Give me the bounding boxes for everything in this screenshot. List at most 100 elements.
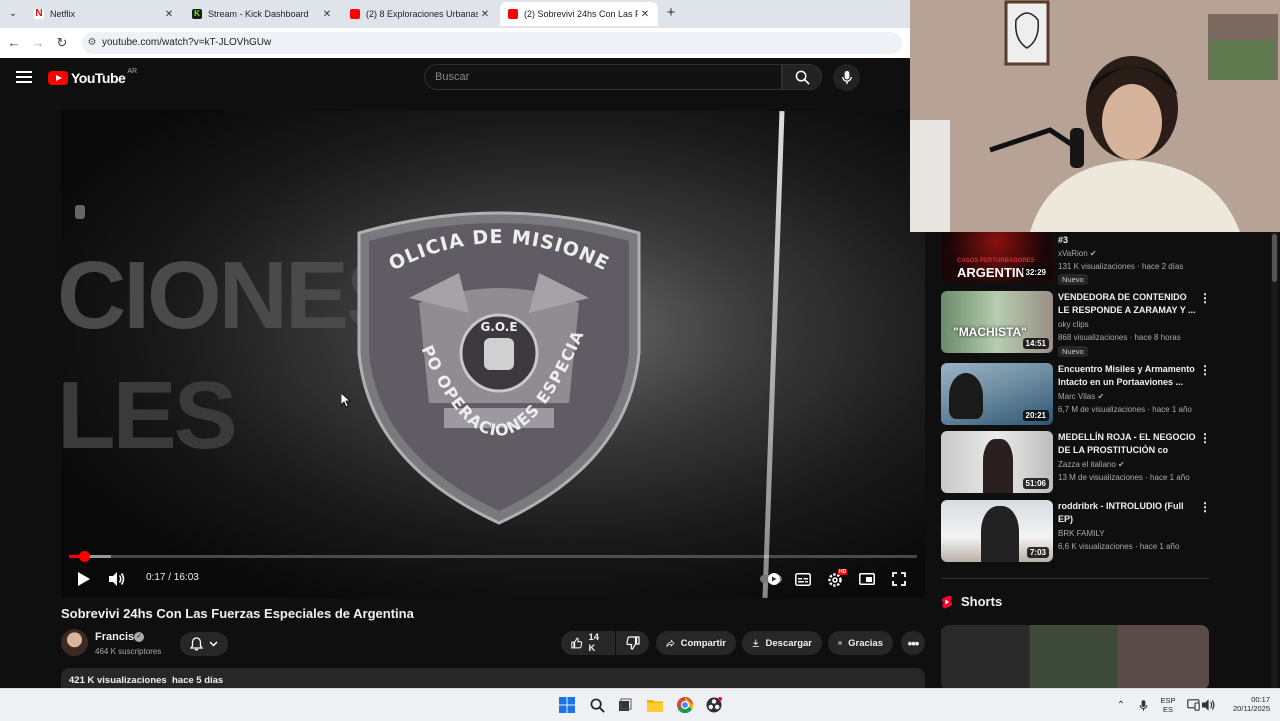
new-badge: Nuevo [1058, 274, 1088, 285]
task-view-icon[interactable] [615, 695, 635, 715]
video-thumbnail[interactable]: 20:21 [941, 363, 1053, 425]
progress-bar[interactable] [69, 551, 917, 562]
play-icon [77, 572, 90, 586]
vertical-pole [762, 111, 785, 598]
recommendation-item[interactable]: 7:03 roddribrk - INTROLUDIO (Full EP) BR… [941, 500, 1211, 564]
recommendation-channel[interactable]: xVaRion ✔ [1058, 249, 1097, 258]
file-explorer-icon[interactable] [645, 695, 665, 715]
play-button[interactable] [72, 569, 94, 589]
share-button[interactable]: Compartir [656, 631, 736, 655]
video-thumbnail[interactable]: 51:06 [941, 431, 1053, 493]
more-vertical-icon[interactable]: ⋮ [1199, 431, 1211, 445]
microphone-icon[interactable] [1133, 695, 1153, 715]
channel-name[interactable]: Francis [95, 631, 134, 643]
close-tab-icon[interactable]: ✕ [162, 9, 176, 20]
download-icon [752, 639, 759, 647]
tab-kick-dashboard[interactable]: K Stream - Kick Dashboard ✕ [184, 2, 340, 26]
windows-start-icon[interactable] [557, 695, 577, 715]
autoplay-toggle-icon [760, 573, 782, 585]
scrollbar-thumb[interactable] [1272, 234, 1277, 282]
new-tab-button[interactable]: + [662, 4, 680, 22]
progress-scrubber-handle[interactable] [79, 551, 90, 562]
thanks-button[interactable]: Gracias [828, 631, 893, 655]
hd-badge: HD [838, 569, 848, 575]
chevron-up-icon[interactable]: ⌃ [1111, 695, 1131, 715]
thanks-label: Gracias [848, 637, 883, 649]
thumbnail-figure [981, 506, 1019, 562]
verified-check-icon: ✔ [1089, 249, 1097, 258]
video-thumbnail[interactable]: "MACHISTA" 14:51 [941, 291, 1053, 353]
dislike-button[interactable] [616, 631, 649, 655]
badge-center-text: G.O.E [480, 320, 517, 334]
recommendation-title[interactable]: Encuentro Misiles y Armamento Intacto en… [1058, 363, 1196, 389]
sidebar-scrollbar[interactable] [1271, 232, 1278, 688]
reload-icon[interactable]: ↻ [53, 34, 71, 52]
address-bar[interactable]: ⚙ youtube.com/watch?v=kT-JLOVhGUw [82, 32, 902, 54]
video-duration: 7:03 [1026, 547, 1049, 558]
like-button[interactable]: 14 K [561, 631, 615, 655]
recommendation-title[interactable]: VENDEDORA DE CONTENIDO LE RESPONDE A ZAR… [1058, 291, 1196, 317]
youtube-logo[interactable]: YouTube AR [48, 68, 137, 86]
recommendation-channel[interactable]: Zazza el italiano ✔ [1058, 460, 1125, 469]
subtitles-button[interactable] [792, 569, 814, 589]
recommendation-channel[interactable]: oky clips [1058, 320, 1089, 329]
search-input[interactable] [425, 65, 775, 89]
recommendation-item[interactable]: "MACHISTA" 14:51 VENDEDORA DE CONTENIDO … [941, 291, 1211, 357]
recommendation-item[interactable]: 20:21 Encuentro Misiles y Armamento Inta… [941, 363, 1211, 427]
fullscreen-button[interactable] [888, 569, 910, 589]
tab-title: (2) Sobrevivi 24hs Con Las Fuer [524, 9, 638, 19]
video-thumbnail[interactable]: 7:03 [941, 500, 1053, 562]
shorts-thumbnail[interactable] [941, 625, 1209, 690]
video-player[interactable]: CIONES LES POLICIA DE MISIONES G.O.E GRU… [61, 111, 925, 598]
recommendation-channel[interactable]: BRK FAMILY [1058, 529, 1105, 538]
mute-button[interactable] [106, 569, 128, 589]
search-icon [795, 70, 810, 85]
site-info-icon[interactable]: ⚙ [82, 32, 102, 54]
recommendation-item[interactable]: 51:06 MEDELLÍN ROJA - EL NEGOCIO DE LA P… [941, 431, 1211, 495]
more-actions-button[interactable]: ••• [901, 631, 925, 655]
more-vertical-icon[interactable]: ⋮ [1199, 363, 1211, 377]
tab-search-chevron-icon[interactable]: ⌄ [4, 5, 22, 23]
subscription-bell-button[interactable] [180, 632, 228, 656]
language-indicator[interactable]: ESP ES [1156, 696, 1180, 714]
voice-search-button[interactable] [833, 64, 860, 91]
chrome-icon[interactable] [675, 695, 695, 715]
video-thumbnail[interactable]: CASOS PERTURBADORES ARGENTIN 32:29 [941, 232, 1053, 282]
close-tab-icon[interactable]: ✕ [320, 9, 334, 20]
divider [941, 578, 1209, 579]
autoplay-toggle[interactable] [760, 569, 782, 589]
recommendation-item[interactable]: CASOS PERTURBADORES ARGENTIN 32:29 #3 xV… [941, 232, 1211, 285]
download-button[interactable]: Descargar [742, 631, 822, 655]
more-vertical-icon[interactable]: ⋮ [1199, 500, 1211, 514]
mouse-cursor-icon [341, 393, 351, 408]
shorts-logo-icon [942, 595, 952, 608]
search-box [424, 64, 782, 90]
back-arrow-icon[interactable]: ← [5, 34, 23, 52]
search-icon[interactable] [587, 695, 607, 715]
shorts-header: Shorts [941, 594, 1002, 609]
hamburger-menu-icon[interactable] [14, 68, 34, 88]
channel-avatar[interactable] [61, 629, 88, 656]
tab-netflix[interactable]: N Netflix ✕ [26, 2, 182, 26]
recommendation-title[interactable]: MEDELLÍN ROJA - EL NEGOCIO DE LA PROSTIT… [1058, 431, 1196, 457]
thumbs-up-icon [571, 637, 583, 649]
recommendation-title[interactable]: #3 [1058, 234, 1196, 247]
recommendation-channel[interactable]: Marc Vilas ✔ [1058, 392, 1104, 401]
recommendation-title[interactable]: roddribrk - INTROLUDIO (Full EP) [1058, 500, 1196, 526]
thumbnail-text: ARGENTIN [957, 265, 1025, 280]
windows-taskbar: ⌃ ESP ES 00:17 20/11/2025 [0, 688, 1280, 721]
settings-button[interactable]: HD [824, 569, 848, 589]
youtube-favicon-icon [508, 9, 518, 19]
video-duration: 20:21 [1022, 410, 1049, 421]
forward-arrow-icon[interactable]: → [29, 34, 47, 52]
search-button[interactable] [782, 64, 822, 90]
close-tab-icon[interactable]: ✕ [638, 9, 652, 20]
volume-icon[interactable] [1199, 695, 1219, 715]
tab-exploraciones-urbanas[interactable]: (2) 8 Exploraciones Urbanas qu ✕ [342, 2, 498, 26]
obs-icon[interactable] [704, 695, 724, 715]
close-tab-icon[interactable]: ✕ [478, 9, 492, 20]
clock[interactable]: 00:17 20/11/2025 [1222, 695, 1270, 713]
more-vertical-icon[interactable]: ⋮ [1199, 291, 1211, 305]
tab-sobrevivi-24hs[interactable]: (2) Sobrevivi 24hs Con Las Fuer ✕ [500, 2, 658, 26]
theater-mode-button[interactable] [856, 569, 878, 589]
